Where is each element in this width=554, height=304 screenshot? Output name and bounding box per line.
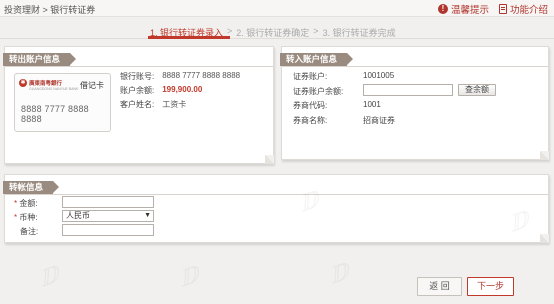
features-link[interactable]: 功能介绍 bbox=[498, 2, 548, 16]
chevron-down-icon: ▼ bbox=[144, 212, 151, 219]
currency-select[interactable]: 人民币 ▼ bbox=[62, 210, 154, 222]
bank-logo: ✱ 廣東南粤銀行 bbox=[19, 79, 62, 87]
customer-value: 工资卡 bbox=[162, 100, 187, 109]
amount-field[interactable] bbox=[62, 196, 154, 208]
amount-label-text: 金额: bbox=[19, 199, 38, 208]
customer-row: 客户姓名: 工资卡 bbox=[120, 99, 186, 110]
bank-name: 廣東南粤銀行 bbox=[29, 81, 63, 87]
top-links: ! 温馨提示 功能介绍 bbox=[437, 2, 548, 16]
card-number: 8888 7777 8888 8888 bbox=[21, 104, 89, 124]
amount-label: * 金额: bbox=[14, 198, 38, 209]
currency-label: * 币种: bbox=[14, 212, 38, 223]
account-no-label: 银行账号: bbox=[120, 72, 155, 81]
broker-name-value: 招商证券 bbox=[363, 116, 395, 125]
broker-name-label: 券商名称: bbox=[293, 116, 328, 125]
bank-logo-icon: ✱ bbox=[19, 79, 27, 87]
active-step-marker bbox=[148, 36, 230, 39]
bank-sub-name: GUANGDONG NANYUE BANK bbox=[29, 87, 79, 91]
breadcrumb: 投资理财 > 银行转证券 bbox=[4, 5, 96, 15]
broker-code-value: 1001 bbox=[363, 100, 381, 109]
balance-label: 账户余额: bbox=[120, 86, 155, 95]
top-bar: 投资理财 > 银行转证券 ! 温馨提示 功能介绍 bbox=[0, 0, 554, 17]
divider bbox=[5, 194, 548, 195]
sec-balance-field[interactable] bbox=[363, 84, 453, 96]
remark-field[interactable] bbox=[62, 224, 154, 236]
account-no-value: 8888 7777 8888 8888 bbox=[162, 71, 241, 80]
step-divider bbox=[0, 38, 554, 39]
out-panel-title: 转出账户信息 bbox=[3, 53, 77, 66]
out-account-panel: 转出账户信息 ✱ 廣東南粤銀行 GUANGDONG NANYUE BANK 借记… bbox=[3, 46, 274, 164]
alert-icon: ! bbox=[437, 4, 448, 14]
account-no-row: 银行账号: 8888 7777 8888 8888 bbox=[120, 71, 240, 82]
transfer-panel-title: 转帐信息 bbox=[3, 181, 60, 194]
tips-link-label: 温馨提示 bbox=[450, 5, 489, 16]
divider bbox=[5, 66, 273, 67]
currency-label-text: 币种: bbox=[19, 213, 38, 222]
balance-row: 账户余额: 199,900.00 bbox=[120, 85, 202, 96]
card-type: 借记卡 bbox=[80, 81, 104, 90]
back-button[interactable]: 返 回 bbox=[417, 277, 462, 296]
query-balance-button[interactable]: 查余额 bbox=[458, 84, 496, 96]
required-mark: * bbox=[14, 213, 18, 222]
watermark: ⅅ bbox=[36, 262, 63, 293]
customer-label: 客户姓名: bbox=[120, 100, 155, 109]
divider bbox=[282, 66, 548, 67]
balance-value: 199,900.00 bbox=[162, 85, 203, 94]
features-link-label: 功能介绍 bbox=[509, 5, 548, 16]
tips-link[interactable]: ! 温馨提示 bbox=[437, 2, 489, 16]
watermark: ⅅ bbox=[326, 259, 353, 290]
book-icon bbox=[498, 4, 507, 14]
in-account-panel: 转入账户信息 证券账户: 1001005 证券账户余额: 查余额 券商代码: 1… bbox=[280, 46, 549, 160]
next-button[interactable]: 下一步 bbox=[467, 277, 514, 296]
in-panel-title: 转入账户信息 bbox=[280, 53, 354, 66]
remark-label: 备注: bbox=[20, 227, 39, 236]
broker-code-label: 券商代码: bbox=[293, 101, 328, 110]
sec-balance-label: 证券账户余额: bbox=[293, 87, 344, 96]
watermark: ⅅ bbox=[176, 262, 203, 293]
required-mark: * bbox=[14, 199, 18, 208]
currency-selected-value: 人民币 bbox=[66, 211, 90, 220]
transfer-info-panel: 转帐信息 * 金额: * 币种: 人民币 ▼ 备注: bbox=[3, 174, 549, 243]
sec-account-value: 1001005 bbox=[363, 71, 395, 80]
bank-card: ✱ 廣東南粤銀行 GUANGDONG NANYUE BANK 借记卡 8888 … bbox=[14, 73, 111, 132]
sec-account-label: 证券账户: bbox=[293, 72, 328, 81]
